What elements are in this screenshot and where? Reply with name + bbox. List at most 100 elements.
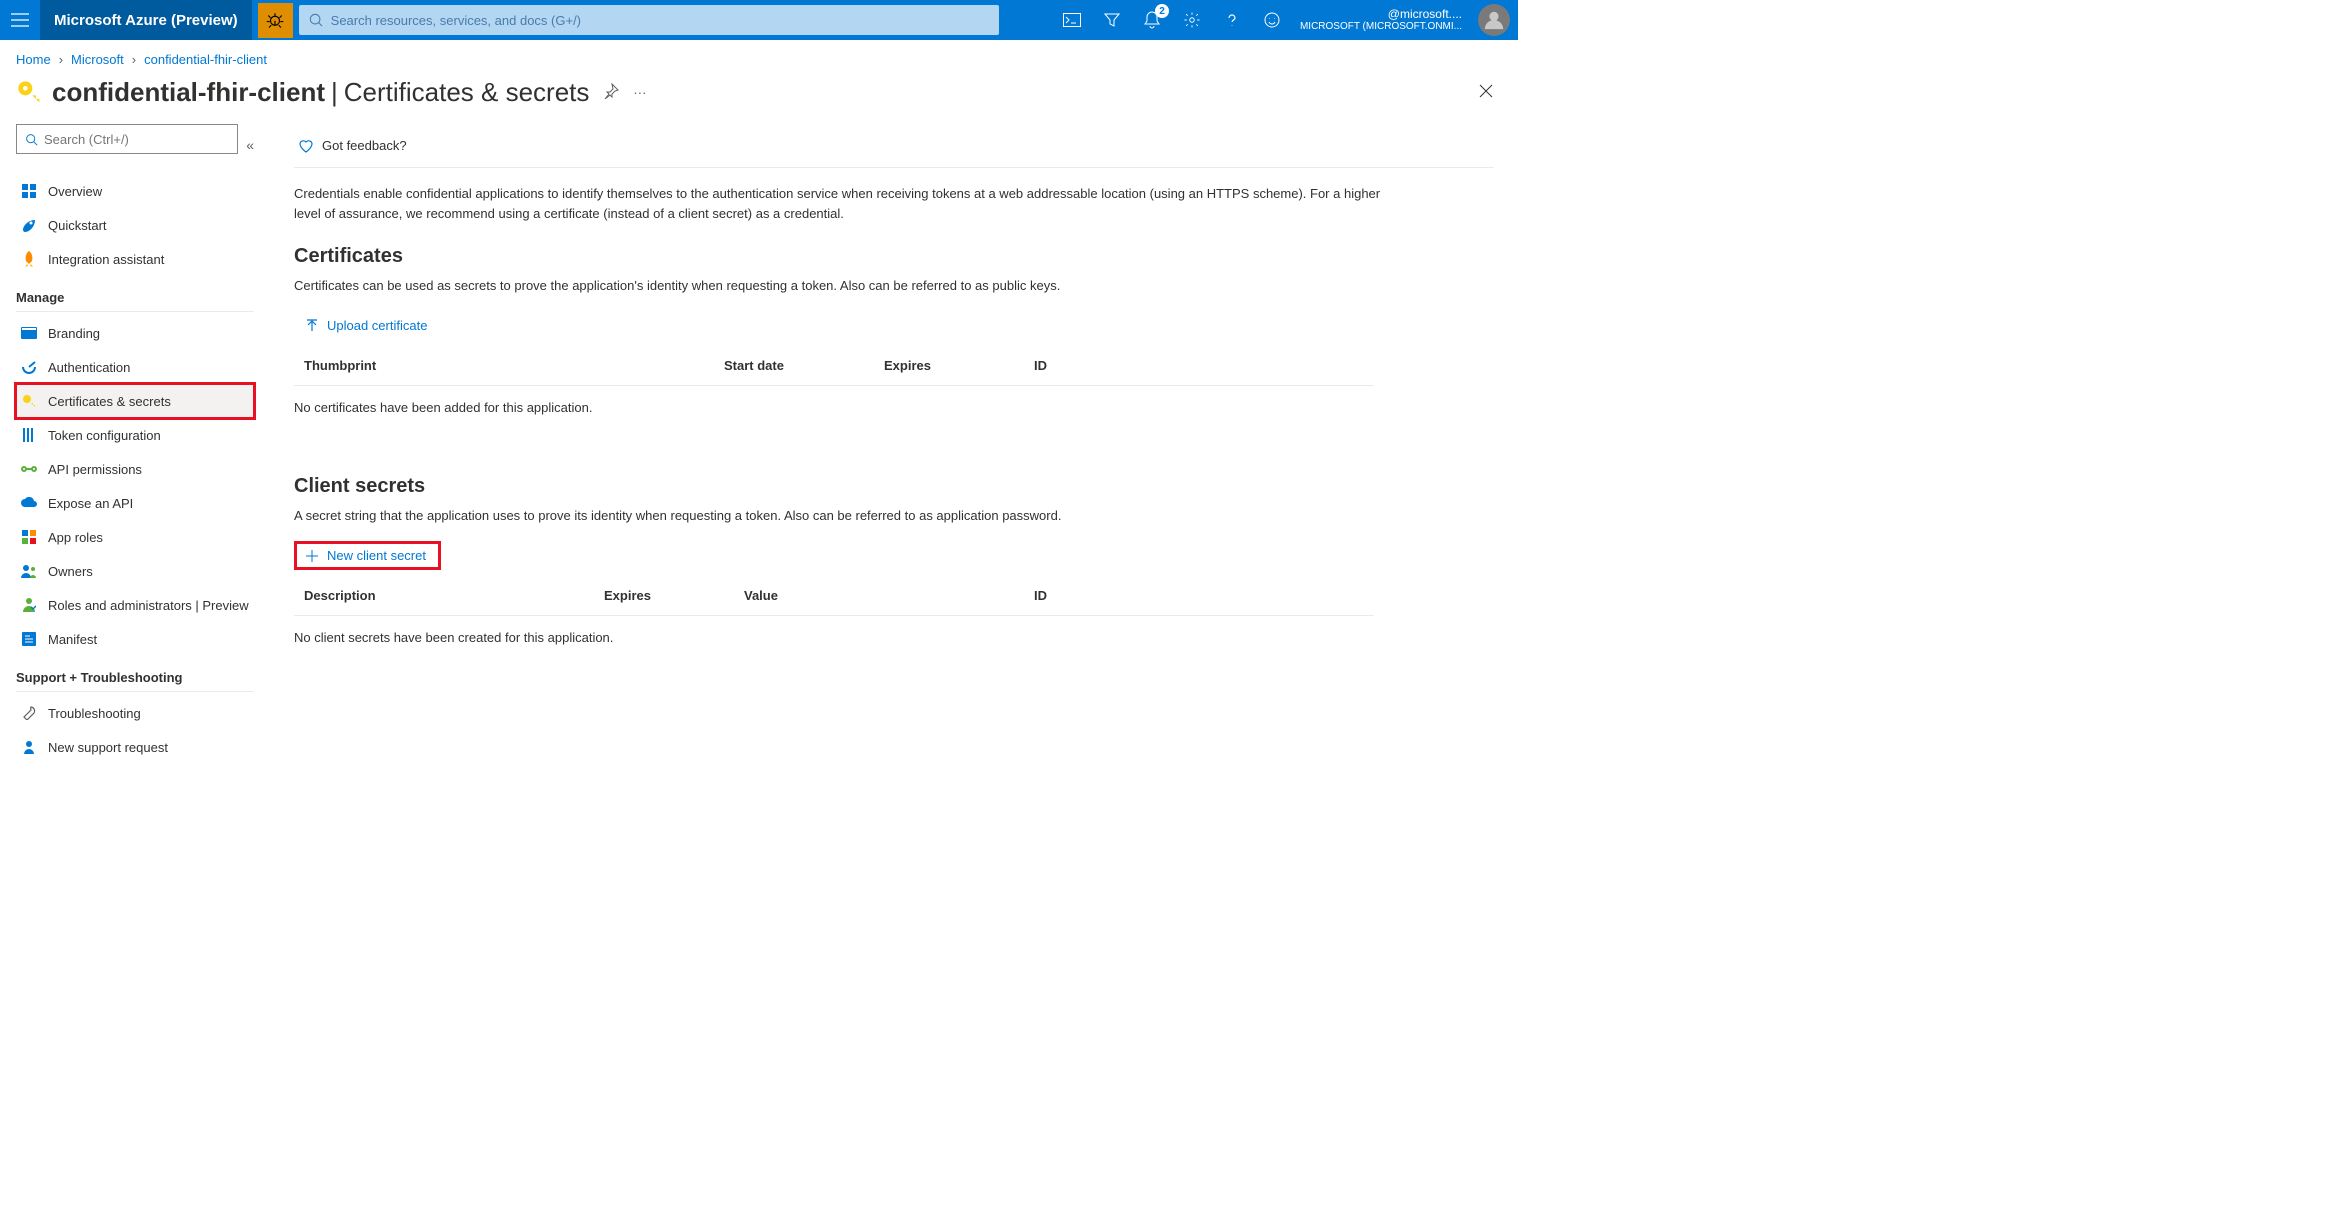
nav-quickstart[interactable]: Quickstart	[16, 208, 254, 242]
sidebar-search-input[interactable]	[44, 132, 229, 147]
auth-icon	[21, 360, 37, 374]
more-button[interactable]: ···	[633, 85, 646, 100]
col-startdate: Start date	[724, 358, 884, 373]
sidebar-search[interactable]	[16, 124, 238, 154]
breadcrumb: Home › Microsoft › confidential-fhir-cli…	[16, 52, 1502, 67]
nav-roles-admins[interactable]: Roles and administrators | Preview	[16, 588, 254, 622]
bug-icon-button[interactable]	[258, 3, 293, 38]
nav-branding[interactable]: Branding	[16, 316, 254, 350]
nav-label: Owners	[48, 564, 93, 579]
global-search[interactable]	[299, 5, 999, 35]
page-title: confidential-fhir-client | Certificates …	[52, 77, 589, 108]
avatar-icon	[1483, 9, 1505, 31]
nav-manifest[interactable]: Manifest	[16, 622, 254, 656]
certificates-heading: Certificates	[294, 245, 1374, 268]
branding-icon	[21, 327, 37, 339]
product-name[interactable]: Microsoft Azure (Preview)	[40, 0, 252, 40]
nav-integration[interactable]: Integration assistant	[16, 242, 254, 276]
resource-name: confidential-fhir-client	[52, 77, 325, 108]
nav-label: Manifest	[48, 632, 97, 647]
feedback-label: Got feedback?	[322, 138, 407, 153]
heart-icon	[298, 138, 314, 154]
gear-icon	[1183, 11, 1201, 29]
grid-icon	[22, 184, 36, 198]
smile-icon	[1264, 12, 1280, 28]
certificates-section: Certificates Certificates can be used as…	[294, 245, 1374, 443]
nav-authentication[interactable]: Authentication	[16, 350, 254, 384]
account-info[interactable]: @microsoft.... MICROSOFT (MICROSOFT.ONMI…	[1292, 7, 1470, 33]
new-secret-label: New client secret	[327, 548, 426, 563]
col-description: Description	[304, 588, 604, 603]
nav-label: App roles	[48, 530, 103, 545]
secrets-desc: A secret string that the application use…	[294, 508, 1374, 523]
notifications-badge: 2	[1155, 4, 1169, 18]
breadcrumb-home[interactable]: Home	[16, 52, 51, 67]
nav-label: Expose an API	[48, 496, 133, 511]
nav-certificates-secrets[interactable]: Certificates & secrets	[16, 384, 254, 418]
upload-label: Upload certificate	[327, 318, 427, 333]
global-search-input[interactable]	[331, 13, 989, 28]
feedback-button[interactable]: Got feedback?	[294, 132, 411, 160]
section-title: Certificates & secrets	[344, 77, 590, 108]
secrets-empty: No client secrets have been created for …	[294, 616, 1374, 673]
col-id: ID	[1034, 588, 1364, 603]
col-expires: Expires	[884, 358, 1034, 373]
certificates-table-header: Thumbprint Start date Expires ID	[294, 346, 1374, 386]
account-avatar[interactable]	[1478, 4, 1510, 36]
nav-overview[interactable]: Overview	[16, 174, 254, 208]
cloud-shell-button[interactable]	[1052, 0, 1092, 40]
nav-header-manage: Manage	[16, 290, 254, 305]
expose-icon	[21, 497, 37, 509]
nav-expose-api[interactable]: Expose an API	[16, 486, 254, 520]
nav-label: Quickstart	[48, 218, 107, 233]
nav-label: Roles and administrators | Preview	[48, 598, 249, 613]
nav-label: Token configuration	[48, 428, 161, 443]
upload-certificate-button[interactable]: Upload certificate	[294, 311, 438, 340]
nav-owners[interactable]: Owners	[16, 554, 254, 588]
secrets-section: Client secrets A secret string that the …	[294, 475, 1374, 673]
close-button[interactable]	[1478, 83, 1502, 102]
topbar-icons: 2 @microsoft.... MICROSOFT (MICROSOFT.ON…	[1052, 0, 1518, 40]
help-icon	[1224, 12, 1240, 28]
key-icon	[16, 79, 44, 107]
nav-app-roles[interactable]: App roles	[16, 520, 254, 554]
breadcrumb-parent[interactable]: Microsoft	[71, 52, 124, 67]
notifications-button[interactable]: 2	[1132, 0, 1172, 40]
bug-icon	[266, 11, 284, 29]
col-id: ID	[1034, 358, 1364, 373]
directory-filter-button[interactable]	[1092, 0, 1132, 40]
settings-button[interactable]	[1172, 0, 1212, 40]
col-expires: Expires	[604, 588, 744, 603]
page-title-bar: confidential-fhir-client | Certificates …	[0, 67, 1518, 124]
nav-token-config[interactable]: Token configuration	[16, 418, 254, 452]
nav-label: Branding	[48, 326, 100, 341]
new-client-secret-button[interactable]: New client secret	[294, 541, 441, 570]
nav-new-support[interactable]: New support request	[16, 730, 254, 764]
secrets-heading: Client secrets	[294, 475, 1374, 498]
nav-header-support: Support + Troubleshooting	[16, 670, 254, 685]
menu-button[interactable]	[0, 0, 40, 40]
nav-label: New support request	[48, 740, 168, 755]
topbar: Microsoft Azure (Preview) 2 @microsoft..…	[0, 0, 1518, 40]
chevron-right-icon: ›	[59, 52, 63, 67]
sidebar-collapse-button[interactable]: «	[246, 137, 254, 153]
feedback-button[interactable]	[1252, 0, 1292, 40]
nav-label: Integration assistant	[48, 252, 164, 267]
nav-api-permissions[interactable]: API permissions	[16, 452, 254, 486]
close-icon	[1478, 83, 1494, 99]
token-icon	[22, 428, 36, 442]
filter-icon	[1104, 12, 1120, 28]
help-button[interactable]	[1212, 0, 1252, 40]
secrets-table-header: Description Expires Value ID	[294, 576, 1374, 616]
upload-icon	[305, 319, 319, 333]
admin-icon	[22, 597, 36, 613]
quickstart-icon	[21, 218, 37, 232]
roles-icon	[22, 530, 36, 544]
account-email: @microsoft....	[1388, 7, 1462, 21]
pin-icon	[603, 83, 619, 99]
nav-troubleshooting[interactable]: Troubleshooting	[16, 696, 254, 730]
breadcrumb-current[interactable]: confidential-fhir-client	[144, 52, 267, 67]
pin-button[interactable]	[603, 83, 619, 102]
nav-label: Overview	[48, 184, 102, 199]
chevron-right-icon: ›	[132, 52, 136, 67]
